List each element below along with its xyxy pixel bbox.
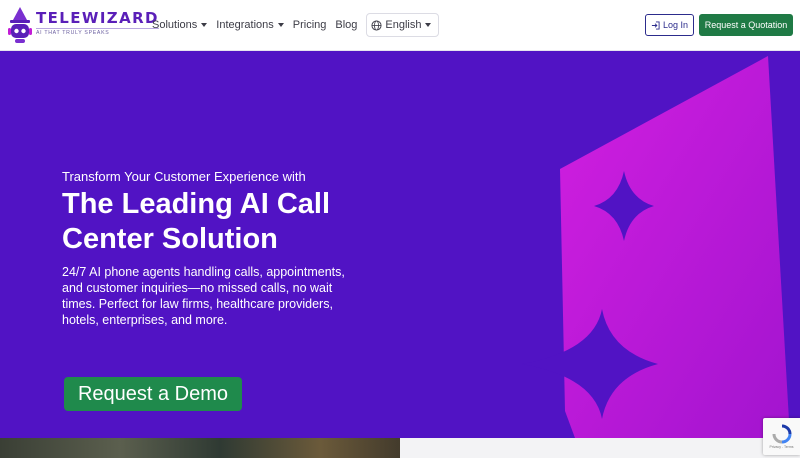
- recaptcha-footer: Privacy - Terms: [769, 445, 794, 449]
- hero-description: 24/7 AI phone agents handling calls, app…: [62, 265, 345, 327]
- nav-item-solutions[interactable]: Solutions: [152, 19, 208, 31]
- main-nav: Solutions Integrations Pricing Blog Engl…: [152, 13, 440, 37]
- brand-text: TELEWIZARD AI THAT TRULY SPEAKS: [36, 9, 159, 36]
- login-button[interactable]: Log In: [645, 14, 694, 36]
- globe-icon: [371, 19, 382, 31]
- recaptcha-icon: [772, 424, 791, 444]
- nav-item-label: Integrations: [216, 19, 274, 31]
- caret-down-icon: [277, 23, 284, 27]
- request-demo-button[interactable]: Request a Demo: [64, 377, 242, 411]
- nav-item-pricing[interactable]: Pricing: [293, 19, 327, 31]
- brand-name: TELEWIZARD: [36, 9, 159, 27]
- quote-label: Request a Quotation: [704, 20, 788, 30]
- request-quotation-button[interactable]: Request a Quotation: [699, 14, 793, 36]
- recaptcha-badge[interactable]: Privacy - Terms: [763, 418, 800, 455]
- nav-item-blog[interactable]: Blog: [335, 19, 357, 31]
- nav-item-integrations[interactable]: Integrations: [216, 19, 284, 31]
- demo-label: Request a Demo: [77, 382, 229, 405]
- caret-down-icon: [425, 23, 432, 27]
- wizard-robot-icon: [6, 6, 34, 51]
- hero-title: The Leading AI Call Center Solution: [62, 188, 331, 255]
- brand-logo[interactable]: TELEWIZARD AI THAT TRULY SPEAKS: [6, 6, 159, 46]
- next-section-preview: [0, 438, 800, 458]
- nav-item-label: Pricing: [292, 19, 327, 31]
- language-selector[interactable]: English: [366, 13, 440, 37]
- login-label: Log In: [662, 20, 689, 30]
- content-panel: [400, 438, 800, 458]
- language-label: English: [385, 19, 422, 31]
- office-photo: [0, 438, 400, 458]
- hero-kicker: Transform Your Customer Experience with: [62, 169, 306, 184]
- sign-in-icon: [651, 20, 660, 30]
- nav-item-label: Solutions: [152, 19, 198, 31]
- brand-tagline: AI THAT TRULY SPEAKS: [36, 28, 159, 36]
- top-navbar: TELEWIZARD AI THAT TRULY SPEAKS Solution…: [0, 0, 800, 51]
- hero-section: Transform Your Customer Experience with …: [0, 51, 800, 438]
- caret-down-icon: [201, 23, 208, 27]
- nav-item-label: Blog: [335, 19, 358, 31]
